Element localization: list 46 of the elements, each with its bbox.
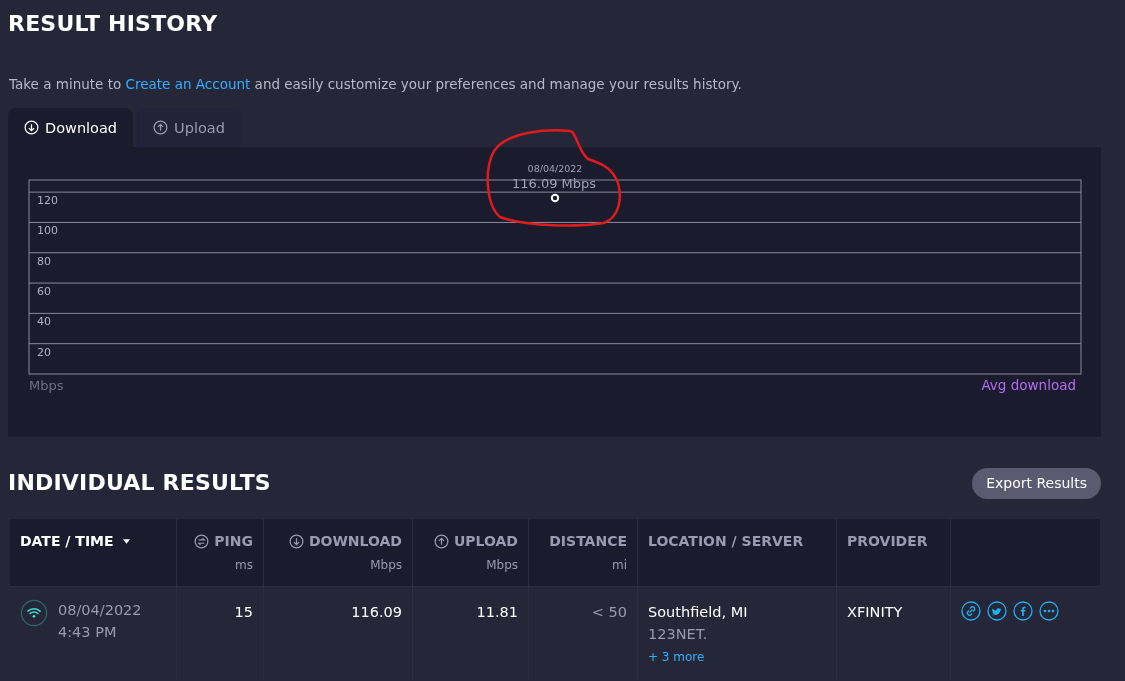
more-servers-link[interactable]: + 3 more (648, 650, 705, 664)
legend-label: Avg download (981, 377, 1076, 393)
table-cell: < 50 (591, 604, 627, 620)
y-tick-label: 80 (37, 254, 51, 268)
caret-icon (122, 538, 130, 544)
table-cell: 15 (234, 604, 253, 620)
column-header[interactable]: UPLOAD Mbps (413, 519, 528, 586)
upload-icon (153, 120, 169, 135)
column-header[interactable]: PING ms (177, 519, 263, 586)
tooltip-date: 08/04/2022 (527, 163, 583, 174)
chart-tab[interactable]: Upload (137, 108, 241, 147)
y-tick-label: 20 (37, 345, 51, 359)
download-icon (288, 533, 304, 549)
y-tick-label: 40 (37, 315, 51, 329)
result-time: 4:43 PM (58, 623, 118, 642)
facebook-icon[interactable] (1013, 601, 1033, 621)
more-icon[interactable] (1039, 601, 1059, 621)
create-account-link[interactable]: Create an Account (125, 76, 251, 92)
y-tick-label: 60 (37, 285, 51, 299)
column-header[interactable]: LOCATION / SERVER (638, 519, 836, 586)
section-title: RESULT HISTORY (8, 10, 219, 38)
export-button[interactable]: Export Results (972, 467, 1101, 499)
table-cell: XFINITY (847, 604, 903, 620)
data-point (550, 193, 560, 203)
column-header[interactable]: DATE / TIME (10, 519, 176, 586)
unit-label: Mbps (29, 378, 64, 393)
column-header[interactable]: PROVIDER (837, 519, 950, 586)
wifi-icon (20, 599, 48, 627)
column-header[interactable]: DISTANCE mi (529, 519, 637, 586)
result-date: 08/04/2022 (58, 601, 142, 620)
y-tick-label: 100 (37, 224, 58, 238)
ping-icon (194, 533, 210, 549)
upload-icon (433, 533, 449, 549)
location-text: Southfield, MI (648, 603, 749, 622)
column-header[interactable]: DOWNLOAD Mbps (264, 519, 412, 586)
server-text: 123NET. (648, 625, 709, 644)
section-title: INDIVIDUAL RESULTS (8, 469, 271, 497)
tooltip-value: 116.09 Mbps (511, 176, 597, 191)
table-cell: 116.09 (351, 604, 402, 620)
table-cell: 11.81 (476, 604, 518, 620)
download-icon (24, 120, 39, 135)
intro-text: Take a minute to Create an Account and easily customize your preferences and manage your results history. (9, 75, 743, 94)
twitter-icon[interactable] (987, 601, 1007, 621)
link-icon[interactable] (961, 601, 981, 621)
y-tick-label: 120 (37, 194, 58, 208)
chart-tab[interactable]: Download (8, 108, 134, 147)
